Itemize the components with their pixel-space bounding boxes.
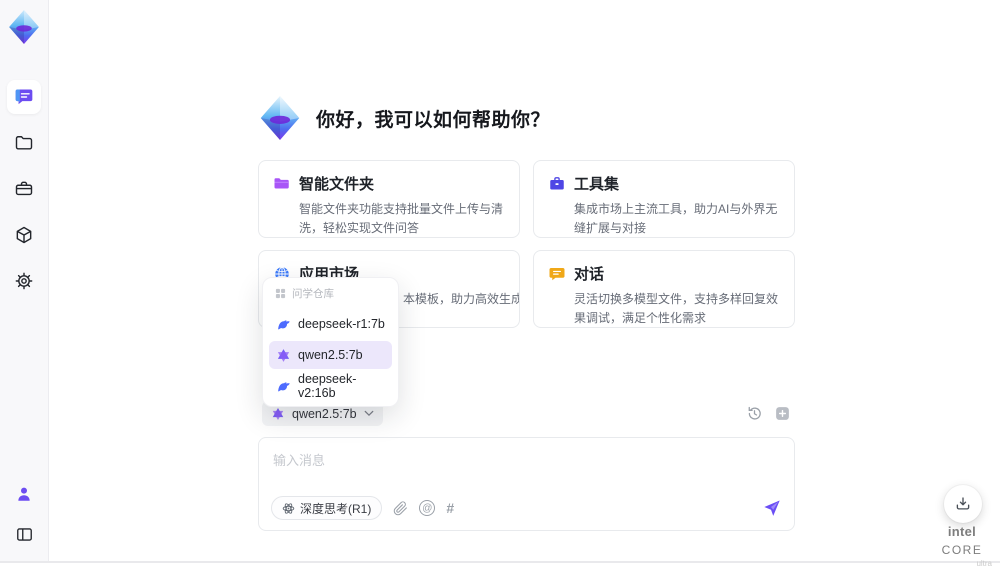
deep-think-label: 深度思考(R1): [300, 501, 372, 516]
intel-core-ultra-logo: intel CORE ultra: [926, 523, 998, 568]
deepseek-icon: [276, 317, 291, 332]
model-option-label: deepseek-v2:16b: [298, 372, 357, 400]
main-content: 你好，我可以如何帮助你？ 智能文件夹 智能文件夹功能支持批量文件上传与清洗，轻松…: [258, 0, 795, 561]
deep-think-toggle[interactable]: 深度思考(R1): [271, 496, 383, 520]
download-icon: [954, 495, 972, 513]
brand-diamond-icon: [7, 8, 41, 46]
card-smart-folder[interactable]: 智能文件夹 智能文件夹功能支持批量文件上传与清洗，轻松实现文件问答: [258, 160, 520, 238]
ultra-wordmark: ultra: [976, 559, 992, 568]
gear-icon: [14, 271, 34, 291]
sidebar-item-folders[interactable]: [7, 126, 41, 160]
chat-toolbar: [746, 405, 791, 422]
person-icon: [15, 485, 33, 503]
sidebar-item-account[interactable]: [9, 479, 39, 509]
sidebar-item-settings[interactable]: [7, 264, 41, 298]
send-icon[interactable]: [762, 498, 782, 518]
model-dropdown: 问学仓库 deepseek-r1:7b qwen2.5:7b deepseek-…: [262, 277, 399, 407]
mention-icon[interactable]: @: [419, 500, 436, 516]
sidebar: [0, 0, 49, 561]
composer: 深度思考(R1) @ #: [258, 437, 795, 531]
card-desc: 灵活切换多模型文件，支持多样回复效果调试，满足个性化需求: [574, 292, 779, 325]
card-title: 智能文件夹: [299, 176, 375, 193]
download-button[interactable]: [944, 485, 982, 523]
new-chat-icon[interactable]: [774, 405, 791, 422]
atom-icon: [282, 502, 295, 515]
greeting: 你好，我可以如何帮助你？: [258, 94, 550, 142]
cube-icon: [14, 225, 34, 245]
model-option-deepseek-v2[interactable]: deepseek-v2:16b: [269, 372, 392, 400]
paperclip-icon[interactable]: [393, 500, 408, 516]
chat-filled-icon: [548, 265, 566, 283]
qwen-icon: [271, 407, 285, 421]
qwen-icon: [276, 348, 291, 363]
composer-toolbar: 深度思考(R1) @ #: [271, 496, 782, 520]
folder-icon: [14, 133, 34, 153]
model-option-deepseek-r1[interactable]: deepseek-r1:7b: [269, 310, 392, 338]
repo-grid-icon: [275, 288, 286, 299]
model-option-qwen[interactable]: qwen2.5:7b: [269, 341, 392, 369]
message-input[interactable]: [259, 438, 794, 484]
sidebar-item-chat[interactable]: [7, 80, 41, 114]
sidebar-item-collapse[interactable]: [9, 519, 39, 549]
card-desc: 集成市场上主流工具，助力AI与外界无缝扩展与对接: [574, 202, 778, 235]
model-selector-label: qwen2.5:7b: [292, 406, 357, 421]
card-desc: 智能文件夹功能支持批量文件上传与清洗，轻松实现文件问答: [299, 202, 504, 235]
chat-bubble-icon: [14, 87, 34, 107]
briefcase-icon: [14, 179, 34, 199]
briefcase-filled-icon: [548, 175, 566, 193]
deepseek-icon: [276, 379, 291, 394]
card-dialogue[interactable]: 对话 灵活切换多模型文件，支持多样回复效果调试，满足个性化需求: [533, 250, 795, 328]
card-title: 对话: [574, 266, 605, 283]
hash-icon[interactable]: #: [446, 500, 454, 516]
sidebar-bottom: [9, 479, 39, 549]
sidebar-item-toolbox[interactable]: [7, 172, 41, 206]
brand-diamond-icon: [258, 94, 302, 142]
sidebar-nav: [7, 80, 41, 298]
chevron-down-icon: [364, 410, 374, 417]
card-toolset[interactable]: 工具集 集成市场上主流工具，助力AI与外界无缝扩展与对接: [533, 160, 795, 238]
greeting-title: 你好，我可以如何帮助你？: [316, 109, 551, 131]
model-option-label: qwen2.5:7b: [298, 348, 363, 362]
model-dropdown-header: 问学仓库: [269, 284, 392, 307]
app-window: 你好，我可以如何帮助你？ 智能文件夹 智能文件夹功能支持批量文件上传与清洗，轻松…: [0, 0, 1000, 568]
card-title: 工具集: [574, 176, 620, 193]
core-wordmark: CORE: [941, 543, 983, 557]
intel-wordmark: intel: [947, 524, 977, 539]
history-icon[interactable]: [746, 405, 763, 422]
folder-filled-icon: [273, 175, 291, 193]
model-dropdown-header-label: 问学仓库: [292, 288, 334, 300]
panel-icon: [15, 525, 34, 544]
model-option-label: deepseek-r1:7b: [298, 317, 385, 331]
sidebar-item-models[interactable]: [7, 218, 41, 252]
